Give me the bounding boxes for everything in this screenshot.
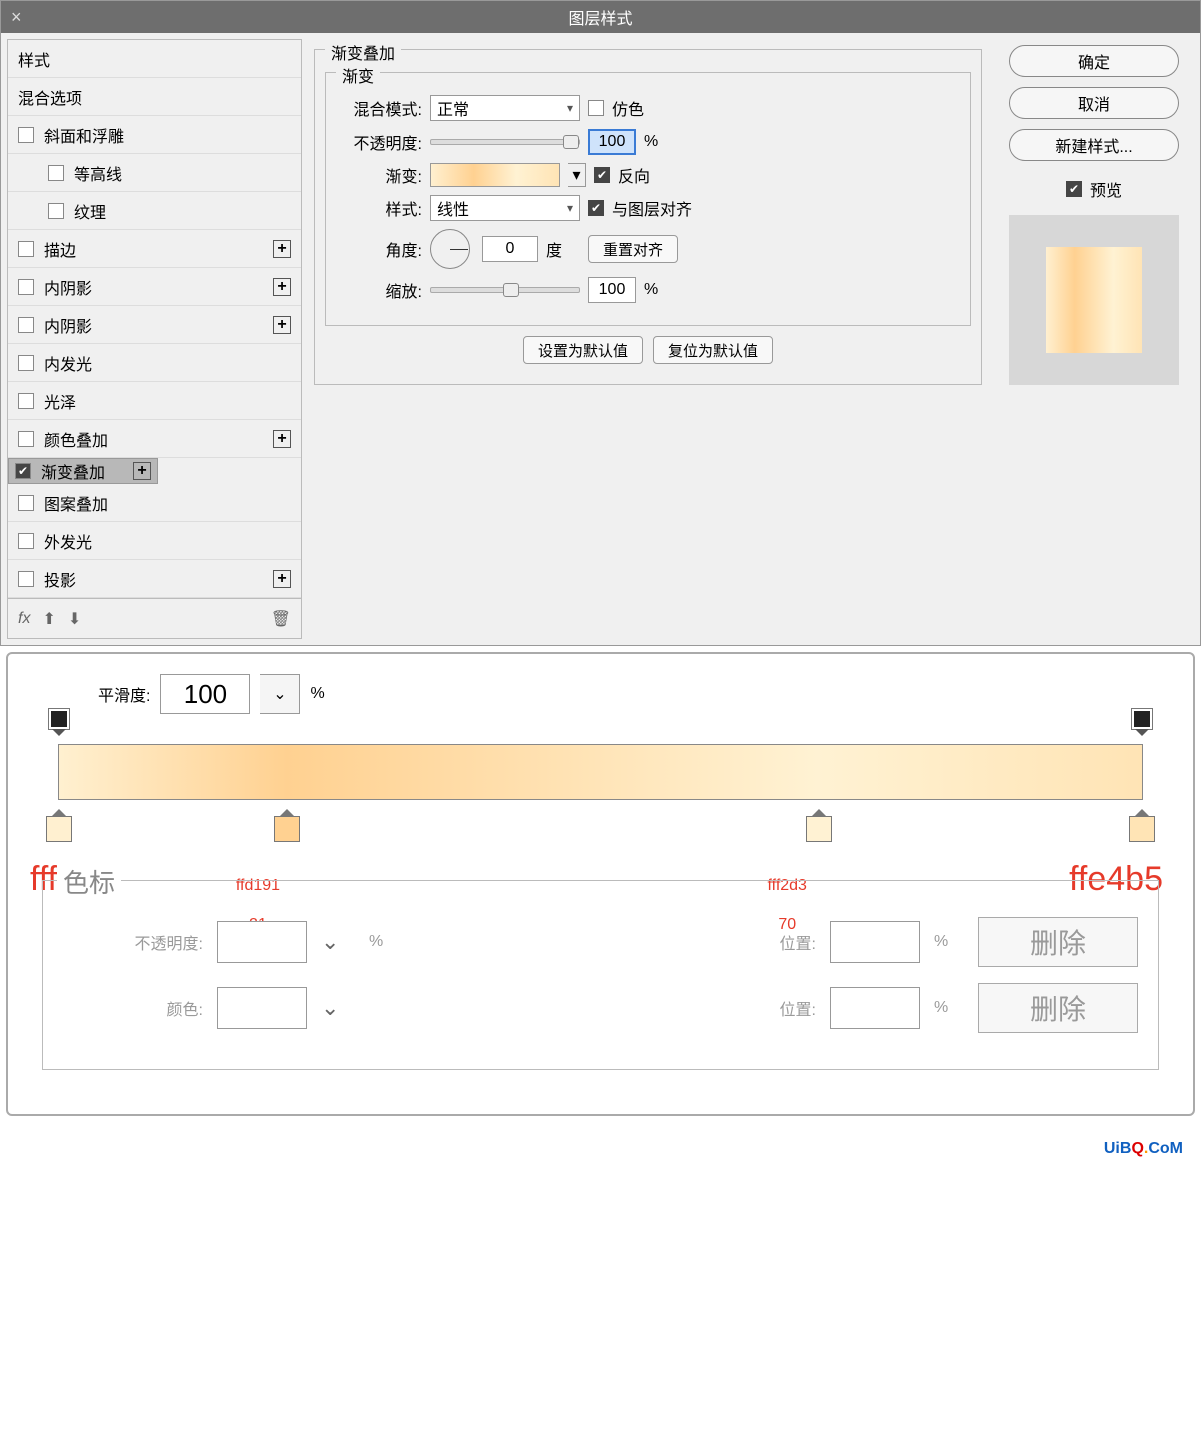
blend-mode-select[interactable]: 正常▾ — [430, 95, 580, 121]
reverse-checkbox[interactable]: ✔ — [594, 167, 610, 183]
close-icon[interactable]: × — [11, 7, 22, 28]
color-stop-1[interactable] — [274, 816, 300, 842]
reset-align-button[interactable]: 重置对齐 — [588, 235, 678, 263]
reverse-label: 反向 — [618, 163, 650, 187]
dialog-titlebar[interactable]: × 图层样式 — [1, 1, 1200, 33]
style-satin[interactable]: 光泽 — [8, 382, 301, 420]
delete-opacity-stop-button[interactable]: 删除 — [978, 917, 1138, 967]
angle-input[interactable] — [482, 236, 538, 262]
gradient-dropdown[interactable]: ▾ — [568, 163, 586, 187]
angle-label: 角度: — [336, 237, 422, 261]
style-drop-shadow[interactable]: 投影+ — [8, 560, 301, 598]
align-label: 与图层对齐 — [612, 196, 692, 220]
style-pattern-overlay[interactable]: 图案叠加 — [8, 484, 301, 522]
style-bevel[interactable]: 斜面和浮雕 — [8, 116, 301, 154]
chevron-down-icon[interactable]: ⌄ — [321, 995, 355, 1021]
gradient-bar[interactable]: fff0d0 ffd19121 fff2d370 ffe4b5 — [58, 744, 1143, 800]
stop-opacity-label: 不透明度: — [63, 930, 203, 954]
section-title: 渐变叠加 — [325, 40, 401, 64]
fx-icon[interactable]: fx — [18, 610, 30, 628]
blending-options[interactable]: 混合选项 — [8, 78, 301, 116]
smoothness-label: 平滑度: — [98, 682, 150, 706]
set-default-button[interactable]: 设置为默认值 — [523, 336, 643, 364]
opacity-label: 不透明度: — [336, 130, 422, 154]
styles-panel: 样式 混合选项 斜面和浮雕 等高线 纹理 描边+ 内阴影+ 内阴影+ 内发光 光… — [7, 39, 302, 639]
chevron-down-icon[interactable]: ⌄ — [321, 929, 355, 955]
stop-controls: 色标 不透明度: ⌄ % 位置: % 删除 颜色: ⌄ 位置: % 删除 — [42, 880, 1159, 1070]
blend-mode-label: 混合模式: — [336, 96, 422, 120]
scale-slider[interactable] — [430, 287, 580, 293]
gradient-style-select[interactable]: 线性▾ — [430, 195, 580, 221]
watermark: UiBQ.CoM — [0, 1122, 1201, 1166]
chevron-down-icon: ▾ — [567, 101, 573, 115]
plus-icon[interactable]: + — [273, 316, 291, 334]
cancel-button[interactable]: 取消 — [1009, 87, 1179, 119]
stop-position-label: 位置: — [676, 930, 816, 954]
new-style-button[interactable]: 新建样式... — [1009, 129, 1179, 161]
align-checkbox[interactable]: ✔ — [588, 200, 604, 216]
controls-legend: 色标 — [57, 863, 121, 900]
dither-label: 仿色 — [612, 96, 644, 120]
stop-color-label: 颜色: — [63, 996, 203, 1020]
style-inner-shadow-1[interactable]: 内阴影+ — [8, 268, 301, 306]
gradient-overlay-settings: 渐变叠加 渐变 混合模式: 正常▾ 仿色 不透明度: % — [310, 39, 986, 639]
color-stop-2[interactable] — [806, 816, 832, 842]
style-stroke[interactable]: 描边+ — [8, 230, 301, 268]
ok-button[interactable]: 确定 — [1009, 45, 1179, 77]
styles-footer: fx ⬆ ⬇ 🗑 — [8, 598, 301, 638]
color-stop-0[interactable] — [46, 816, 72, 842]
layer-style-dialog: × 图层样式 样式 混合选项 斜面和浮雕 等高线 纹理 描边+ 内阴影+ 内阴影… — [0, 0, 1201, 646]
opacity-stop-right[interactable] — [1131, 708, 1153, 730]
style-inner-glow[interactable]: 内发光 — [8, 344, 301, 382]
stop-opacity-input[interactable] — [217, 921, 307, 963]
angle-dial[interactable] — [430, 229, 470, 269]
style-outer-glow[interactable]: 外发光 — [8, 522, 301, 560]
style-label: 样式: — [336, 196, 422, 220]
scale-input[interactable] — [588, 277, 636, 303]
gradient-picker[interactable] — [430, 163, 560, 187]
opacity-input[interactable] — [588, 129, 636, 155]
delete-color-stop-button[interactable]: 删除 — [978, 983, 1138, 1033]
preview-checkbox[interactable]: ✔ — [1066, 181, 1082, 197]
stop-color-swatch[interactable] — [217, 987, 307, 1029]
opacity-stop-left[interactable] — [48, 708, 70, 730]
stop-position-input[interactable] — [830, 921, 920, 963]
arrow-down-icon[interactable]: ⬇ — [68, 609, 81, 629]
dither-checkbox[interactable] — [588, 100, 604, 116]
style-gradient-overlay[interactable]: ✔渐变叠加+ — [8, 458, 158, 484]
plus-icon[interactable]: + — [273, 240, 291, 258]
plus-icon[interactable]: + — [273, 278, 291, 296]
plus-icon[interactable]: + — [273, 430, 291, 448]
arrow-up-icon[interactable]: ⬆ — [42, 609, 55, 629]
gradient-label: 渐变: — [336, 163, 422, 187]
preview-box — [1009, 215, 1179, 385]
style-inner-shadow-2[interactable]: 内阴影+ — [8, 306, 301, 344]
preview-label: 预览 — [1090, 177, 1122, 201]
style-contour[interactable]: 等高线 — [8, 154, 301, 192]
plus-icon[interactable]: + — [133, 462, 151, 480]
stop-position2-input[interactable] — [830, 987, 920, 1029]
subsection-title: 渐变 — [336, 63, 380, 87]
smoothness-input[interactable] — [160, 674, 250, 714]
style-color-overlay[interactable]: 颜色叠加+ — [8, 420, 301, 458]
plus-icon[interactable]: + — [273, 570, 291, 588]
color-stop-3[interactable] — [1129, 816, 1155, 842]
styles-header: 样式 — [8, 40, 301, 78]
stop-position2-label: 位置: — [676, 996, 816, 1020]
scale-label: 缩放: — [336, 278, 422, 302]
dialog-actions: 确定 取消 新建样式... ✔ 预览 — [994, 39, 1194, 639]
reset-default-button[interactable]: 复位为默认值 — [653, 336, 773, 364]
dialog-title: 图层样式 — [568, 5, 632, 29]
style-texture[interactable]: 纹理 — [8, 192, 301, 230]
smoothness-dropdown[interactable]: ⌄ — [260, 674, 300, 714]
trash-icon[interactable]: 🗑 — [271, 609, 291, 629]
gradient-editor: 平滑度: ⌄ % fff0d0 ffd19121 fff2d370 ffe4b5… — [6, 652, 1195, 1116]
chevron-down-icon: ▾ — [567, 201, 573, 215]
opacity-slider[interactable] — [430, 139, 580, 145]
